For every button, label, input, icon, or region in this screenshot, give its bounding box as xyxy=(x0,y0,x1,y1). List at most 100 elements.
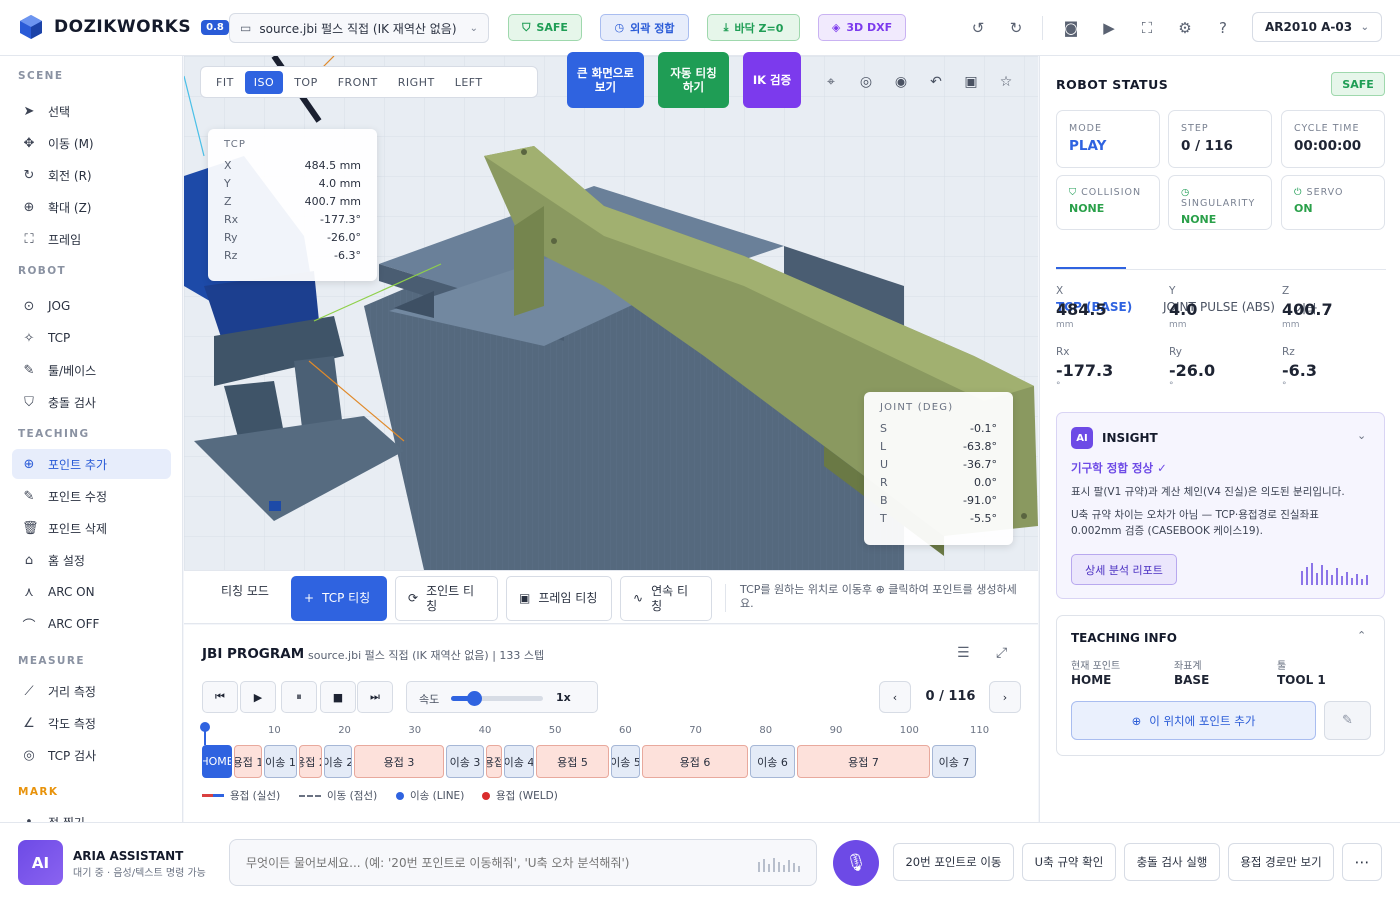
timeline-segment[interactable]: 이송 1 xyxy=(264,745,297,778)
next-step-button[interactable]: › xyxy=(989,681,1021,713)
help-icon[interactable]: ? xyxy=(1212,17,1234,39)
continuous-teach-button[interactable]: ∿ 연속 티칭 xyxy=(620,576,712,621)
sidebar-item-measure-1[interactable]: ∠ 각도 측정 xyxy=(12,708,171,738)
timeline-segment[interactable]: 이송 6 xyxy=(750,745,795,778)
sidebar-item-teaching-5[interactable]: ⌒ ARC OFF xyxy=(12,609,171,639)
view-front-button[interactable]: FRONT xyxy=(329,71,387,94)
view-top-button[interactable]: TOP xyxy=(285,71,327,94)
gear-icon[interactable]: ⚙ xyxy=(1174,17,1196,39)
detail-report-button[interactable]: 상세 분석 리포트 xyxy=(1071,554,1177,585)
cube-logo-icon xyxy=(20,15,42,39)
teaching-mode-bar: 티칭 모드 + TCP 티칭 ⟳ 조인트 티칭 ▣ 프레임 티칭 ∿ 연속 티칭 TCP… xyxy=(184,570,1038,624)
speed-slider[interactable] xyxy=(451,691,543,706)
undo-icon[interactable]: ↺ xyxy=(967,17,989,39)
more-options-button[interactable]: ⋯ xyxy=(1342,843,1382,881)
sidebar-item-scene-0[interactable]: ➤ 선택 xyxy=(12,96,171,126)
skip-end-button[interactable]: ⏭ xyxy=(357,681,393,713)
quick-check-u-axis[interactable]: U축 규약 확인 xyxy=(1022,843,1116,881)
star-icon[interactable]: ☆ xyxy=(996,72,1016,92)
sidebar-item-robot-2[interactable]: ✎ 툴/베이스 xyxy=(12,355,171,385)
pause-button[interactable]: ⏸ xyxy=(281,681,317,713)
file-select[interactable]: ▭ source.jbi 펄스 직접 (IK 재역산 없음) ⌄ xyxy=(229,13,489,43)
floor-chip[interactable]: ⤓ 바닥 Z=0 xyxy=(707,14,800,41)
jog-icon: ⊙ xyxy=(23,298,35,314)
skip-start-button[interactable]: ⏮ xyxy=(202,681,238,713)
snapshot-icon[interactable]: ▣ xyxy=(961,72,981,92)
frame-icon: ⛶ xyxy=(24,231,34,247)
speed-slider-knob[interactable] xyxy=(467,691,482,706)
timeline-segment[interactable]: 용접 3 xyxy=(354,745,444,778)
sidebar-item-scene-4[interactable]: ⛶ 프레임 xyxy=(12,224,171,254)
safe-chip[interactable]: ⛉ SAFE xyxy=(508,14,582,41)
timeline-segment[interactable]: 이송 7 xyxy=(932,745,976,778)
timeline-segment[interactable]: 용접 6 xyxy=(642,745,748,778)
timeline-segment[interactable]: 용접 1 xyxy=(234,745,262,778)
timeline-segment[interactable]: 이송 2 xyxy=(324,745,352,778)
section-robot: ROBOT xyxy=(18,265,67,277)
sidebar-item-scene-1[interactable]: ✥ 이동 (M) xyxy=(12,128,171,158)
sidebar-item-mark-0[interactable]: • 점 찍기 xyxy=(12,807,171,823)
chevron-up-icon[interactable]: ⌃ xyxy=(1357,629,1366,642)
view-fit-button[interactable]: FIT xyxy=(207,71,243,94)
chevron-down-icon[interactable]: ⌄ xyxy=(1357,429,1366,442)
tcp-row: Ry -26.0° xyxy=(224,230,361,244)
sidebar-item-robot-0[interactable]: ⊙ JOG xyxy=(12,291,171,321)
frame-teach-button[interactable]: ▣ 프레임 티칭 xyxy=(506,576,612,621)
eye-icon[interactable]: ◉ xyxy=(891,72,911,92)
assistant-input[interactable] xyxy=(246,852,746,874)
sidebar-item-scene-2[interactable]: ↻ 회전 (R) xyxy=(12,160,171,190)
playhead[interactable] xyxy=(200,722,210,732)
device-select[interactable]: AR2010 A-03 ⌄ xyxy=(1252,12,1382,42)
stop-button[interactable]: ■ xyxy=(320,681,356,713)
external-ok-chip[interactable]: ◷ 외곽 정합 xyxy=(600,14,689,41)
sidebar-item-teaching-4[interactable]: ⋏ ARC ON xyxy=(12,577,171,607)
quick-collision-check[interactable]: 충돌 검사 실행 xyxy=(1124,843,1220,881)
sidebar-item-teaching-1[interactable]: ✎ 포인트 수정 xyxy=(12,481,171,511)
target-icon[interactable]: ◎ xyxy=(856,72,876,92)
rotate-icon: ↻ xyxy=(23,167,35,183)
view-iso-button[interactable]: ISO xyxy=(244,70,284,94)
timeline-segment[interactable]: 용접 2 xyxy=(299,745,322,778)
reset-view-icon[interactable]: ↶ xyxy=(926,72,946,92)
sidebar-item-robot-1[interactable]: ✧ TCP xyxy=(12,323,171,353)
sidebar-item-scene-3[interactable]: ⊕ 확대 (Z) xyxy=(12,192,171,222)
auto-teach-button[interactable]: 자동 티칭 하기 xyxy=(658,52,729,108)
ik-verify-button[interactable]: IK 검증 xyxy=(743,52,801,108)
microphone-button[interactable]: 🎙 xyxy=(833,840,879,886)
sidebar-item-teaching-2[interactable]: 🗑 포인트 삭제 xyxy=(12,513,171,543)
add-point-here-button[interactable]: ⊕ 이 위치에 포인트 추가 xyxy=(1071,701,1316,740)
timeline-segment[interactable]: 이송 5 xyxy=(611,745,640,778)
camera-icon[interactable]: ◙ xyxy=(1060,17,1082,39)
joint-teach-button[interactable]: ⟳ 조인트 티칭 xyxy=(395,576,498,621)
prev-step-button[interactable]: ‹ xyxy=(879,681,911,713)
play-button[interactable]: ▶ xyxy=(240,681,276,713)
edit-icon[interactable]: ✎ xyxy=(1324,701,1371,740)
view-left-button[interactable]: LEFT xyxy=(446,71,492,94)
timeline-segment[interactable]: 용접 5 xyxy=(536,745,609,778)
sidebar-item-teaching-0[interactable]: ⊕ 포인트 추가 xyxy=(12,449,171,479)
fullscreen-view-button[interactable]: 큰 화면으로 보기 xyxy=(567,52,644,108)
sidebar-item-robot-3[interactable]: ⛉ 충돌 검사 xyxy=(12,387,171,417)
video-icon[interactable]: ▶ xyxy=(1098,17,1120,39)
quick-goto-point-20[interactable]: 20번 포인트로 이동 xyxy=(893,843,1014,881)
timeline-segment[interactable]: 이송 3 xyxy=(446,745,484,778)
sidebar-item-measure-2[interactable]: ◎ TCP 검사 xyxy=(12,740,171,770)
timeline-segment[interactable]: 이송 4 xyxy=(504,745,534,778)
timeline-segment[interactable]: HOME xyxy=(202,745,232,778)
tcp-teach-button[interactable]: + TCP 티칭 xyxy=(291,576,387,621)
redo-icon[interactable]: ↻ xyxy=(1005,17,1027,39)
expand-icon[interactable]: ⤢ xyxy=(996,645,1007,661)
view-right-button[interactable]: RIGHT xyxy=(389,71,444,94)
timeline-segment[interactable]: 용접 xyxy=(486,745,502,778)
sidebar-item-measure-0[interactable]: ⟋ 거리 측정 xyxy=(12,676,171,706)
timeline-segment[interactable]: 용접 7 xyxy=(797,745,930,778)
fullscreen-icon[interactable]: ⛶ xyxy=(1136,17,1158,39)
crosshair-icon[interactable]: ⌖ xyxy=(821,72,841,92)
list-icon[interactable]: ☰ xyxy=(957,645,970,661)
dxf-chip[interactable]: ◈ 3D DXF xyxy=(818,14,906,41)
sidebar-item-teaching-3[interactable]: ⌂ 홈 설정 xyxy=(12,545,171,575)
wave-icon: ∿ xyxy=(633,591,644,606)
sidebar-item-label: 선택 xyxy=(48,104,71,119)
assistant-input-box[interactable] xyxy=(229,839,817,886)
quick-weld-path-only[interactable]: 용접 경로만 보기 xyxy=(1228,843,1334,881)
